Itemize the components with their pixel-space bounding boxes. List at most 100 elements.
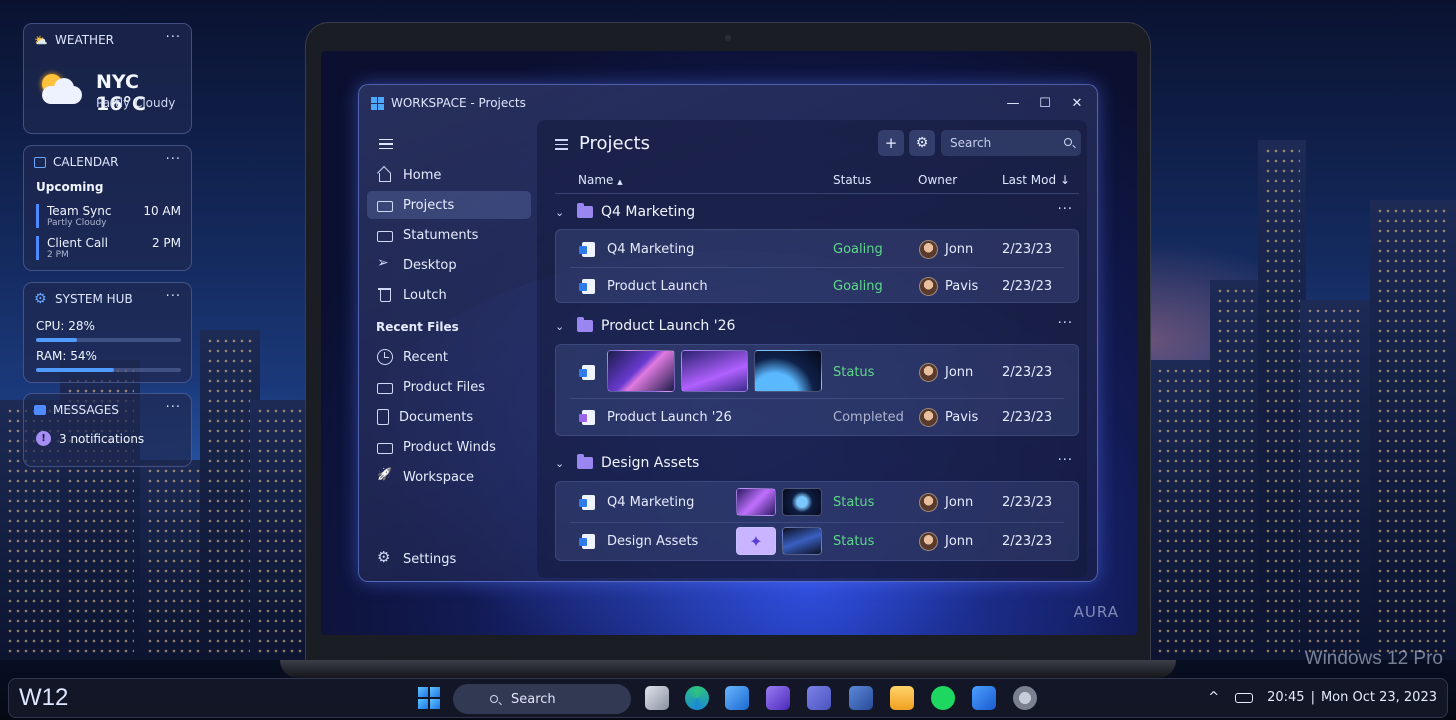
os-edition-watermark: Windows 12 Pro <box>1304 648 1443 669</box>
image-thumbnail[interactable] <box>782 527 822 555</box>
maximize-button[interactable]: ☐ <box>1035 93 1055 113</box>
image-thumbnail[interactable] <box>736 488 776 516</box>
table-row[interactable]: Q4 Marketing Goaling Jonn 2/23/23 <box>556 231 1078 267</box>
task-view-icon[interactable] <box>645 686 669 710</box>
header-divider <box>555 193 1079 194</box>
system-hub-widget[interactable]: ⚙ SYSTEM HUB ··· CPU: 28% RAM: 54% <box>23 282 192 383</box>
group-name: Design Assets <box>601 455 700 471</box>
sidebar-item-label: Workspace <box>403 469 475 485</box>
search-field[interactable] <box>941 130 1081 156</box>
calendar-event[interactable]: Team Sync Partly Cloudy 10 AM <box>36 204 181 228</box>
sidebar-item-documents[interactable]: Documents <box>367 403 531 431</box>
sidebar-item-label: Settings <box>403 551 457 567</box>
more-options-icon[interactable]: ··· <box>1058 202 1073 217</box>
more-options-icon[interactable]: ··· <box>1058 453 1073 468</box>
sidebar-item-projects[interactable]: Projects <box>367 191 531 219</box>
table-row[interactable]: Status Jonn 2/23/23 <box>556 349 1078 395</box>
chevron-up-icon[interactable]: ^ <box>1208 690 1219 705</box>
settings-button[interactable]: ⚙ <box>909 130 935 156</box>
clock-time[interactable]: 20:45 <box>1267 690 1304 705</box>
table-row[interactable]: Product Launch Goaling Pavis 2/23/23 <box>556 268 1078 304</box>
hamburger-menu-icon[interactable] <box>379 139 393 149</box>
sidebar-item-workspace[interactable]: Workspace <box>367 463 531 491</box>
column-header-label: Name <box>578 173 614 187</box>
sidebar-item-product-winds[interactable]: Product Winds <box>367 433 531 461</box>
table-row[interactable]: Product Launch '26 Completed Pavis 2/23/… <box>556 399 1078 435</box>
column-header-status[interactable]: Status <box>833 173 871 187</box>
upcoming-heading: Upcoming <box>36 180 104 194</box>
os-logo[interactable]: W12 <box>19 684 68 712</box>
title-bar[interactable]: WORKSPACE - Projects — ☐ ✕ <box>359 85 1097 121</box>
settings-app-icon[interactable] <box>972 686 996 710</box>
more-options-icon[interactable]: ··· <box>166 30 181 45</box>
image-thumbnail[interactable] <box>607 350 675 392</box>
sidebar-item-settings[interactable]: Settings <box>367 545 531 573</box>
minimize-button[interactable]: — <box>1003 93 1023 113</box>
row-name: Q4 Marketing <box>607 494 695 510</box>
column-header-last-mod[interactable]: Last Mod ↓ <box>1002 173 1070 187</box>
column-header-name[interactable]: Name ▲ <box>578 173 623 187</box>
teams-icon[interactable] <box>807 686 831 710</box>
taskbar-search[interactable]: Search <box>453 684 631 714</box>
sidebar-item-home[interactable]: Home <box>367 161 531 189</box>
butterfly-icon[interactable]: ✦ <box>736 527 776 555</box>
spotify-icon[interactable] <box>931 686 955 710</box>
table-row[interactable]: Q4 Marketing Status Jonn 2/23/23 <box>556 484 1078 520</box>
sidebar-item-recent[interactable]: Recent <box>367 343 531 371</box>
search-input[interactable] <box>950 136 1060 150</box>
copilot-icon[interactable] <box>766 686 790 710</box>
more-options-icon[interactable]: ··· <box>1058 316 1073 331</box>
sidebar-item-loutch[interactable]: Loutch <box>367 281 531 309</box>
chevron-down-icon[interactable]: ⌄ <box>555 320 567 333</box>
image-thumbnail[interactable] <box>754 350 822 392</box>
group-header[interactable]: ⌄ Product Launch '26 ··· <box>555 314 1079 338</box>
folder-icon <box>377 230 393 242</box>
row-owner: Jonn <box>945 494 974 510</box>
table-row[interactable]: Design Assets ✦ Status Jonn 2/23/23 <box>556 523 1078 559</box>
group-header[interactable]: ⌄ Design Assets ··· <box>555 451 1079 475</box>
file-explorer-icon[interactable] <box>890 686 914 710</box>
more-options-icon[interactable]: ··· <box>166 400 181 415</box>
more-options-icon[interactable]: ··· <box>166 289 181 304</box>
start-button[interactable] <box>418 687 440 709</box>
group-header[interactable]: ⌄ Q4 Marketing ··· <box>555 200 1079 224</box>
sidebar-item-statuments[interactable]: Statuments <box>367 221 531 249</box>
more-options-icon[interactable]: ··· <box>166 152 181 167</box>
column-header-owner[interactable]: Owner <box>918 173 957 187</box>
gear-icon[interactable] <box>1013 686 1037 710</box>
event-subtitle: Partly Cloudy <box>47 218 107 228</box>
edge-browser-icon[interactable] <box>685 686 709 710</box>
image-thumbnail[interactable] <box>782 488 822 516</box>
clock-date[interactable]: Mon Oct 23, 2023 <box>1321 690 1437 705</box>
folder-icon <box>577 203 593 218</box>
close-button[interactable]: ✕ <box>1067 93 1087 113</box>
send-icon <box>377 255 393 273</box>
list-view-icon[interactable] <box>555 139 568 150</box>
store-icon[interactable] <box>849 686 873 710</box>
document-icon <box>377 409 389 425</box>
row-name: Product Launch '26 <box>607 409 732 425</box>
messages-widget[interactable]: MESSAGES ··· ! 3 notifications <box>23 393 192 467</box>
search-icon[interactable] <box>1064 138 1072 146</box>
row-owner: Pavis <box>945 278 979 294</box>
chevron-down-icon[interactable]: ⌄ <box>555 206 567 219</box>
calendar-event[interactable]: Client Call 2 PM 2 PM <box>36 236 181 260</box>
add-project-button[interactable]: + <box>878 130 904 156</box>
clock-icon <box>377 349 393 365</box>
row-name: Q4 Marketing <box>607 241 695 257</box>
sidebar-item-product-files[interactable]: Product Files <box>367 373 531 401</box>
image-thumbnail[interactable] <box>681 350 748 392</box>
ram-usage-bar <box>36 368 181 372</box>
notification-summary[interactable]: ! 3 notifications <box>36 431 144 446</box>
widget-header: MESSAGES <box>34 403 119 417</box>
weather-widget[interactable]: ⛅ WEATHER ··· NYC 16°C Partly Cloudy <box>23 23 192 134</box>
battery-icon[interactable] <box>1235 692 1254 703</box>
avatar <box>919 362 938 382</box>
sidebar-item-label: Desktop <box>403 257 457 273</box>
mail-icon[interactable] <box>725 686 749 710</box>
rocket-icon <box>377 469 393 485</box>
gear-icon: ⚙ <box>34 291 47 307</box>
sidebar-item-desktop[interactable]: Desktop <box>367 251 531 279</box>
chevron-down-icon[interactable]: ⌄ <box>555 457 567 470</box>
calendar-widget[interactable]: CALENDAR ··· Upcoming Team Sync Partly C… <box>23 145 192 271</box>
